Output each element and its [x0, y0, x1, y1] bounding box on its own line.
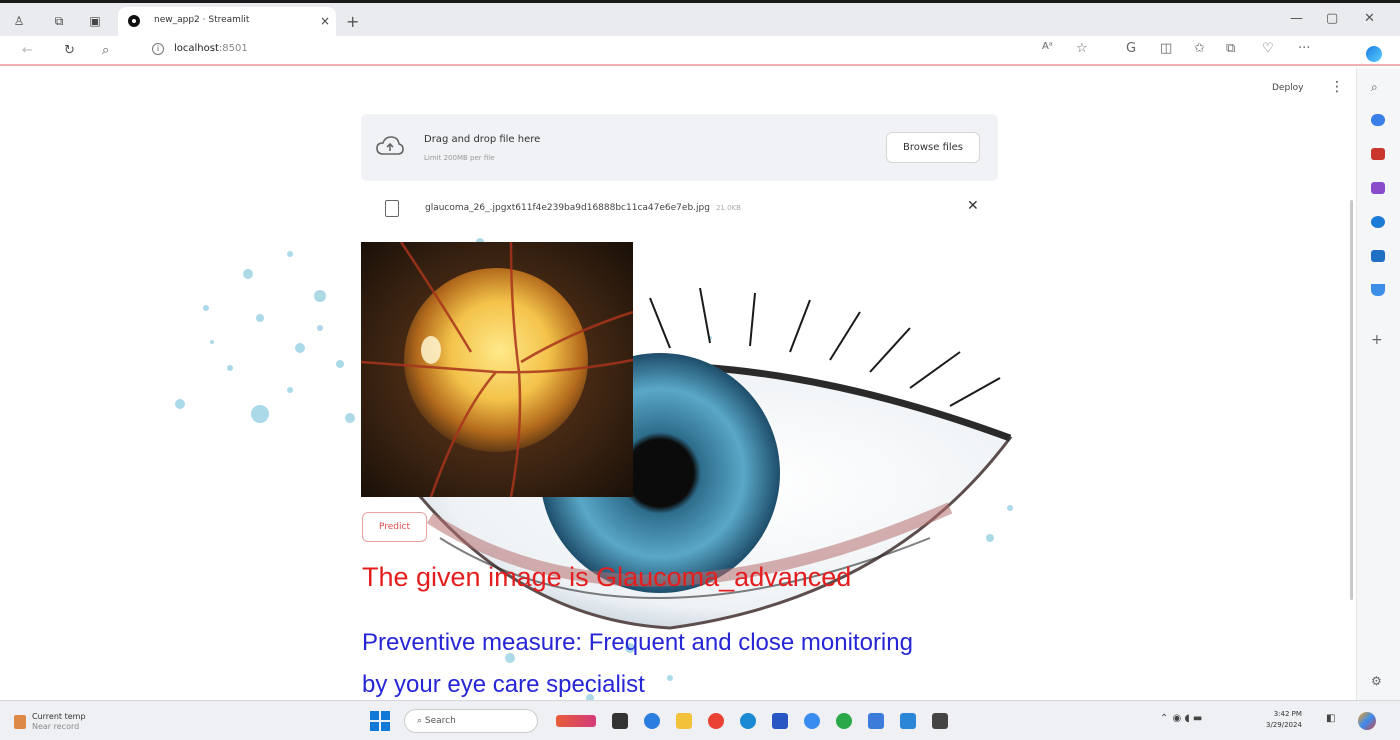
- sidebar-tools-icon[interactable]: [1371, 148, 1385, 160]
- edge-icon[interactable]: [740, 713, 756, 729]
- widget-news-icon[interactable]: [556, 715, 596, 727]
- weather-subtitle: Near record: [32, 722, 80, 731]
- browser-tab-bar: ♙ ⧉ ▣ new_app2 · Streamlit × + — ▢ ✕: [0, 0, 1400, 37]
- windows-taskbar: Current temp Near record ⌕ Search ⌃ ◉ ◖ ▬…: [0, 700, 1400, 740]
- taskbar-search-placeholder: Search: [424, 716, 456, 726]
- clock-date: 3/29/2024: [1266, 721, 1302, 729]
- sidebar-settings-icon[interactable]: ⚙: [1371, 674, 1385, 688]
- read-aloud-icon[interactable]: Aᵃ: [1042, 41, 1053, 52]
- more-menu-icon[interactable]: ···: [1298, 41, 1310, 56]
- terminal-icon[interactable]: [932, 713, 948, 729]
- search-icon[interactable]: ⌕: [102, 43, 109, 58]
- streamlit-page: Deploy ⋮ Drag and drop file here Limit 2…: [0, 68, 1356, 700]
- uploaded-file-name: glaucoma_26_.jpgxt611f4e239ba9d16888bc11…: [425, 203, 741, 213]
- fundus-image: [361, 242, 633, 497]
- sidebar-search-icon[interactable]: ⌕: [1371, 80, 1385, 94]
- url-host: localhost: [174, 43, 219, 54]
- predict-button[interactable]: Predict: [362, 512, 427, 542]
- tab-title: new_app2 · Streamlit: [154, 15, 250, 25]
- sidebar-shopping-icon[interactable]: [1371, 114, 1385, 126]
- file-uploader-dropzone[interactable]: Drag and drop file here Limit 200MB per …: [361, 114, 998, 181]
- close-window-icon[interactable]: ✕: [1364, 11, 1375, 26]
- spotify-icon[interactable]: [836, 713, 852, 729]
- browser-sidebar: ⌕ + ⚙: [1356, 68, 1400, 700]
- profile-icon[interactable]: ♙: [10, 13, 28, 29]
- file-name-text: glaucoma_26_.jpgxt611f4e239ba9d16888bc11…: [425, 203, 710, 213]
- address-bar: ← ↻ ⌕ i localhost:8501 Aᵃ ☆ G ◫ ✩ ⧉ ♡ ···: [0, 36, 1400, 66]
- thermometer-icon: [14, 715, 26, 729]
- clock-time: 3:42 PM: [1273, 710, 1302, 718]
- extension-icon[interactable]: G: [1126, 41, 1136, 56]
- sidebar-games-icon[interactable]: [1371, 182, 1385, 194]
- refresh-icon[interactable]: ↻: [64, 43, 75, 58]
- teams-chat-icon[interactable]: [644, 713, 660, 729]
- streamlit-favicon-icon: [128, 15, 140, 27]
- store-icon[interactable]: [772, 713, 788, 729]
- copilot-taskbar-icon[interactable]: [1358, 712, 1376, 730]
- photos-icon[interactable]: [804, 713, 820, 729]
- sidebar-outlook-icon[interactable]: [1371, 250, 1385, 262]
- deploy-button[interactable]: Deploy: [1272, 83, 1304, 93]
- browser-essentials-icon[interactable]: ♡: [1262, 41, 1274, 56]
- chrome-icon[interactable]: [708, 713, 724, 729]
- preventive-measure-text: Preventive measure: Frequent and close m…: [362, 629, 913, 698]
- url-port: :8501: [218, 43, 248, 54]
- url-field[interactable]: i localhost:8501: [152, 43, 248, 55]
- browse-files-button[interactable]: Browse files: [886, 132, 980, 163]
- vscode-icon[interactable]: [900, 713, 916, 729]
- task-view-icon[interactable]: [612, 713, 628, 729]
- page-scrollbar[interactable]: [1350, 200, 1353, 600]
- kebab-menu-icon[interactable]: ⋮: [1330, 79, 1344, 95]
- uploaded-file-row: glaucoma_26_.jpgxt611f4e239ba9d16888bc11…: [361, 196, 998, 220]
- remove-file-icon[interactable]: ✕: [967, 198, 979, 214]
- favorites-icon[interactable]: ✩: [1194, 41, 1205, 56]
- maximize-icon[interactable]: ▢: [1326, 11, 1338, 26]
- collections-icon[interactable]: ⧉: [1226, 41, 1235, 56]
- system-tray-icons[interactable]: ⌃ ◉ ◖ ▬: [1160, 713, 1202, 724]
- tab-actions-icon[interactable]: ▣: [86, 13, 104, 29]
- prediction-result-text: The given image is Glaucoma_advanced: [362, 562, 852, 592]
- weather-title: Current temp: [32, 712, 86, 721]
- site-info-icon[interactable]: i: [152, 43, 164, 55]
- sidebar-drop-icon[interactable]: [1371, 284, 1385, 296]
- split-screen-icon[interactable]: ◫: [1160, 41, 1172, 56]
- notification-icon[interactable]: ◧: [1326, 713, 1335, 724]
- file-size: 21.0KB: [715, 204, 741, 212]
- search-icon: ⌕: [417, 716, 425, 726]
- weather-widget[interactable]: Current temp Near record: [14, 712, 86, 732]
- screen: ♙ ⧉ ▣ new_app2 · Streamlit × + — ▢ ✕ ← ↻…: [0, 0, 1400, 740]
- taskbar-search-box[interactable]: ⌕ Search: [404, 709, 538, 733]
- browser-tab[interactable]: new_app2 · Streamlit ×: [118, 7, 336, 37]
- favorite-star-icon[interactable]: ☆: [1076, 41, 1088, 56]
- file-explorer-icon[interactable]: [676, 713, 692, 729]
- file-icon: [385, 200, 399, 217]
- minimize-icon[interactable]: —: [1290, 11, 1303, 26]
- taskbar-clock[interactable]: 3:42 PM 3/29/2024: [1266, 709, 1302, 731]
- close-tab-icon[interactable]: ×: [320, 14, 330, 28]
- workspaces-icon[interactable]: ⧉: [50, 13, 68, 29]
- back-icon[interactable]: ←: [22, 43, 33, 58]
- sidebar-add-icon[interactable]: +: [1371, 333, 1385, 347]
- new-tab-icon[interactable]: +: [346, 12, 359, 31]
- drag-drop-text: Drag and drop file here: [424, 134, 541, 145]
- sidebar-microsoft365-icon[interactable]: [1371, 216, 1385, 228]
- office-icon[interactable]: [868, 713, 884, 729]
- windows-start-icon[interactable]: [370, 711, 390, 731]
- cloud-upload-icon: [376, 136, 404, 155]
- file-limit-text: Limit 200MB per file: [424, 154, 495, 162]
- copilot-icon[interactable]: [1366, 46, 1382, 62]
